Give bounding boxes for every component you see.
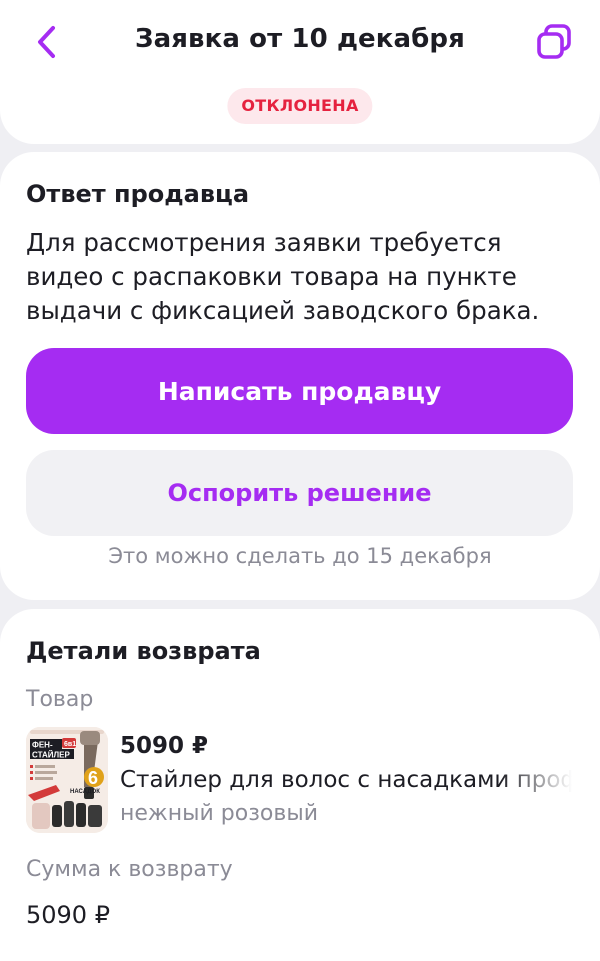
page-title: Заявка от 10 декабря [135, 24, 465, 54]
product-image[interactable]: ФЕН- СТАЙЛЕР 6в1 6 НАСАДОК [26, 727, 108, 833]
copy-icon [537, 24, 571, 59]
product-label: Товар [26, 687, 94, 712]
seller-answer-title: Ответ продавца [26, 180, 250, 208]
product-thumb-count: 6 [88, 768, 98, 788]
product-thumb-count-label: НАСАДОК [70, 789, 100, 795]
header-card: Заявка от 10 декабря ОТКЛОНЕНА [0, 0, 600, 144]
dispute-decision-button[interactable]: Оспорить решение [26, 450, 573, 536]
copy-button[interactable] [534, 22, 574, 62]
status-badge: ОТКЛОНЕНА [227, 88, 373, 124]
return-details-card: Детали возврата Товар ФЕН- СТАЙЛЕР 6в1 6… [0, 609, 600, 961]
product-thumb-badge: 6в1 [64, 741, 76, 748]
seller-answer-card: Ответ продавца Для рассмотрения заявки т… [0, 152, 600, 600]
product-name[interactable]: Стайлер для волос с насадками профе [120, 767, 572, 793]
seller-answer-text: Для рассмотрения заявки требуется видео … [26, 228, 540, 325]
write-seller-button[interactable]: Написать продавцу [26, 348, 573, 434]
return-details-title: Детали возврата [26, 637, 261, 665]
product-thumb-text-2: СТАЙЛЕР [32, 751, 70, 760]
product-variant: нежный розовый [120, 801, 318, 826]
refund-label: Сумма к возврату [26, 857, 233, 882]
product-image-graphic: ФЕН- СТАЙЛЕР 6в1 6 НАСАДОК [26, 727, 108, 833]
deadline-note: Это можно сделать до 15 декабря [108, 544, 492, 568]
product-price: 5090 ₽ [120, 733, 209, 759]
refund-amount: 5090 ₽ [26, 901, 110, 929]
product-thumb-text-1: ФЕН- [32, 741, 53, 750]
